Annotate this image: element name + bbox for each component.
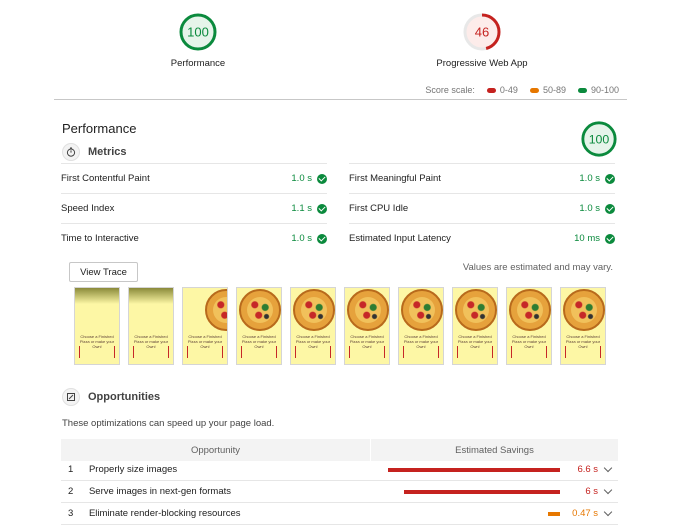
- pizza-image: [205, 289, 227, 331]
- col-opportunity: Opportunity: [61, 439, 371, 461]
- performance-section-title: Performance: [62, 121, 137, 136]
- opportunity-icon: [62, 388, 80, 406]
- savings-bar: [403, 489, 561, 494]
- scale-fail-label: 0-49: [499, 85, 518, 95]
- opportunity-row[interactable]: 1 Properly size images 6.6 s: [61, 459, 618, 481]
- savings-bar: [388, 467, 561, 472]
- metrics-header: Metrics: [62, 143, 127, 161]
- metric-name: First Contentful Paint: [61, 173, 150, 184]
- pizza-image: [509, 289, 551, 331]
- opportunity-name: Serve images in next-gen formats: [88, 486, 232, 497]
- header-divider: [54, 99, 627, 100]
- score-scale: Score scale: 0-49 50-89 90-100: [425, 85, 619, 95]
- scale-average: 50-89: [529, 85, 566, 95]
- metric-name: First Meaningful Paint: [349, 173, 441, 184]
- opportunities-table-header: Opportunity Estimated Savings: [61, 439, 618, 461]
- opportunity-row[interactable]: 3 Eliminate render-blocking resources 0.…: [61, 503, 618, 525]
- performance-gauge-label: Performance: [170, 58, 226, 69]
- opportunity-index: 1: [68, 464, 74, 475]
- filmstrip-frame: Choose a Finished Pizza or make your Own…: [452, 287, 498, 365]
- filmstrip-frame: Choose a Finished Pizza or make your Own…: [182, 287, 228, 365]
- metric-first-meaningful-paint: First Meaningful Paint 1.0 s: [349, 163, 615, 193]
- stopwatch-icon: [62, 143, 80, 161]
- savings-value: 0.47 s: [572, 508, 599, 519]
- view-trace-button[interactable]: View Trace: [69, 262, 138, 282]
- metric-value: 1.0 s: [579, 173, 600, 184]
- pizza-image: [563, 289, 605, 331]
- filmstrip-frame: Choose a Finished Pizza or make your Own…: [74, 287, 120, 365]
- savings-value: 6 s: [585, 486, 599, 497]
- metrics-title: Metrics: [88, 146, 127, 158]
- opportunity-index: 2: [68, 486, 74, 497]
- filmstrip-frame: Choose a Finished Pizza or make your Own…: [290, 287, 336, 365]
- performance-section-score: 100: [589, 132, 610, 146]
- estimate-note: Values are estimated and may vary.: [462, 262, 613, 273]
- opportunities-header: Opportunities: [62, 388, 160, 406]
- metric-name: Estimated Input Latency: [349, 233, 451, 244]
- pass-check-icon: [317, 173, 327, 184]
- pass-check-icon: [605, 233, 615, 244]
- chevron-down-icon[interactable]: [598, 490, 618, 493]
- filmstrip-frame: Choose a Finished Pizza or make your Own…: [506, 287, 552, 365]
- scale-pass: 90-100: [577, 85, 619, 95]
- pass-check-icon: [317, 233, 327, 244]
- metric-estimated-input-latency: Estimated Input Latency 10 ms: [349, 223, 615, 253]
- metric-name: Speed Index: [61, 203, 115, 214]
- metric-speed-index: Speed Index 1.1 s: [61, 193, 327, 223]
- filmstrip-frame: Choose a Finished Pizza or make your Own…: [344, 287, 390, 365]
- metric-value: 1.0 s: [291, 233, 312, 244]
- pass-check-icon: [317, 203, 327, 214]
- average-dot-icon: [529, 87, 539, 93]
- scale-average-label: 50-89: [542, 85, 566, 95]
- metric-name: Time to Interactive: [61, 233, 139, 244]
- pwa-gauge-ring: 46: [463, 13, 501, 51]
- pwa-gauge[interactable]: 46 Progressive Web App: [417, 12, 547, 69]
- scale-pass-label: 90-100: [590, 85, 619, 95]
- filmstrip-frame: Choose a Finished Pizza or make your Own…: [398, 287, 444, 365]
- filmstrip-frame: Choose a Finished Pizza or make your Own…: [236, 287, 282, 365]
- performance-gauge[interactable]: 100 Performance: [133, 12, 263, 69]
- opportunities-title: Opportunities: [88, 391, 161, 403]
- metric-value: 10 ms: [574, 233, 600, 244]
- performance-gauge-ring: 100: [179, 13, 217, 51]
- metric-value: 1.1 s: [291, 203, 312, 214]
- metric-value: 1.0 s: [291, 173, 312, 184]
- filmstrip-frame: Choose a Finished Pizza or make your Own…: [128, 287, 174, 365]
- pizza-image: [239, 289, 281, 331]
- metric-first-contentful-paint: First Contentful Paint 1.0 s: [61, 163, 327, 193]
- opportunity-index: 3: [68, 508, 74, 519]
- metric-name: First CPU Idle: [349, 203, 409, 214]
- score-scale-label: Score scale:: [425, 85, 475, 95]
- fail-dot-icon: [486, 87, 496, 93]
- scale-fail: 0-49: [486, 85, 518, 95]
- performance-section-gauge: 100: [580, 120, 618, 161]
- pass-dot-icon: [577, 87, 587, 93]
- opportunity-row[interactable]: 2 Serve images in next-gen formats 6 s: [61, 481, 618, 503]
- pwa-gauge-label: Progressive Web App: [436, 58, 528, 69]
- filmstrip-frame: Choose a Finished Pizza or make your Own…: [560, 287, 606, 365]
- performance-score: 100: [187, 25, 209, 40]
- chevron-down-icon[interactable]: [598, 512, 618, 515]
- filmstrip: Choose a Finished Pizza or make your Own…: [74, 287, 614, 365]
- metric-value: 1.0 s: [579, 203, 600, 214]
- pizza-image: [293, 289, 335, 331]
- opportunities-description: These optimizations can speed up your pa…: [62, 418, 275, 429]
- chevron-down-icon[interactable]: [598, 468, 618, 471]
- pass-check-icon: [605, 173, 615, 184]
- metric-first-cpu-idle: First CPU Idle 1.0 s: [349, 193, 615, 223]
- metric-time-to-interactive: Time to Interactive 1.0 s: [61, 223, 327, 253]
- pizza-image: [401, 289, 443, 331]
- pwa-score: 46: [475, 25, 489, 40]
- performance-section-ring: 100: [581, 121, 617, 157]
- savings-bar: [547, 511, 561, 516]
- pizza-image: [455, 289, 497, 331]
- opportunity-name: Eliminate render-blocking resources: [88, 508, 241, 519]
- opportunity-name: Properly size images: [88, 464, 178, 475]
- col-estimated-savings: Estimated Savings: [455, 444, 534, 456]
- pizza-image: [347, 289, 389, 331]
- savings-value: 6.6 s: [577, 464, 599, 475]
- pass-check-icon: [605, 203, 615, 214]
